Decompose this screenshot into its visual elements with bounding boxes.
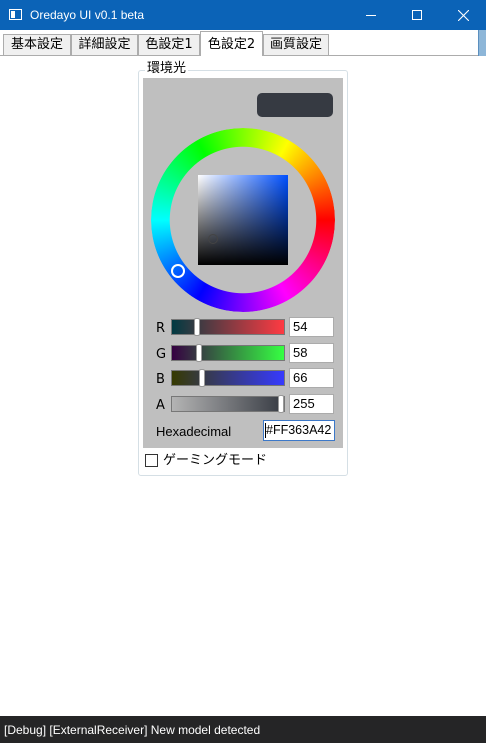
maximize-button[interactable] [394,0,440,30]
minimize-icon [366,15,376,16]
color-preview-swatch [257,93,333,117]
channel-label-g: G [156,347,167,362]
tab-image-quality-settings[interactable]: 画質設定 [263,34,329,55]
channel-label-b: B [156,372,165,387]
hex-label: Hexadecimal [156,424,232,439]
status-bar: [Debug] [ExternalReceiver] New model det… [0,716,486,743]
gaming-mode-checkbox[interactable] [145,454,158,467]
hex-value-input[interactable]: #FF363A42 [263,420,335,441]
alpha-slider-thumb[interactable] [278,395,284,413]
green-slider-thumb[interactable] [196,344,203,362]
title-bar: Oredayo UI v0.1 beta [0,0,486,30]
red-slider-thumb[interactable] [194,318,201,336]
green-value-input[interactable]: 58 [289,343,334,363]
red-value-input[interactable]: 54 [289,317,334,337]
tab-overflow-button[interactable] [478,30,486,56]
gaming-mode-label[interactable]: ゲーミングモード [163,453,267,469]
maximize-icon [412,10,422,20]
saturation-value-square[interactable] [198,175,288,265]
minimize-button[interactable] [348,0,394,30]
close-icon [457,9,469,21]
blue-value-input[interactable]: 66 [289,368,334,388]
hue-handle[interactable] [171,264,185,278]
window-title: Oredayo UI v0.1 beta [30,8,145,22]
tab-color-settings-1[interactable]: 色設定1 [138,34,200,55]
group-title: 環境光 [145,61,189,77]
channel-label-a: A [156,398,165,413]
blue-slider-thumb[interactable] [199,369,206,387]
saturation-value-handle[interactable] [208,234,218,244]
tab-basic-settings[interactable]: 基本設定 [3,34,71,55]
channel-label-r: R [156,321,166,336]
tab-advanced-settings[interactable]: 詳細設定 [71,34,138,55]
tab-color-settings-2[interactable]: 色設定2 [200,31,263,56]
green-slider[interactable] [171,344,285,362]
app-window-icon [9,9,22,20]
red-slider[interactable] [171,318,285,336]
blue-slider[interactable] [171,369,285,387]
alpha-slider[interactable] [171,395,285,413]
close-button[interactable] [440,0,486,30]
alpha-value-input[interactable]: 255 [289,394,334,414]
status-text: [Debug] [ExternalReceiver] New model det… [4,723,261,737]
